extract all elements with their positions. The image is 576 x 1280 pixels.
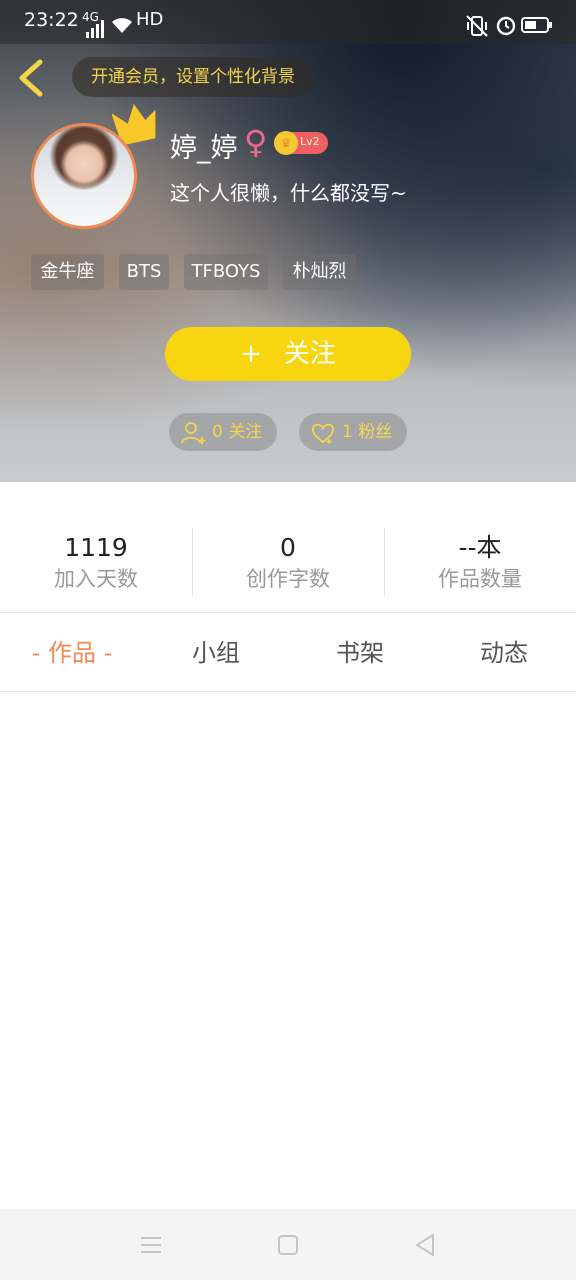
menu-icon[interactable] — [137, 1231, 165, 1259]
stat-label: 创作字数 — [246, 567, 330, 591]
crown-coin-icon: ♛ — [274, 131, 298, 155]
follow-label: 关注 — [283, 339, 336, 369]
heart-icon — [311, 423, 335, 444]
stat-word-count: 0 创作字数 — [192, 528, 384, 594]
home-icon[interactable] — [274, 1231, 302, 1259]
tab-bookshelf[interactable]: 书架 — [288, 613, 432, 691]
stat-label: 作品数量 — [438, 567, 522, 591]
followers-count: 1 粉丝 — [342, 422, 393, 442]
level-badge: ♛ Lv2 — [274, 131, 328, 155]
vibrate-icon — [466, 15, 488, 37]
back-button[interactable] — [12, 56, 52, 100]
level-label: Lv2 — [300, 135, 320, 148]
following-button[interactable]: 0 关注 — [169, 413, 277, 451]
tab-content — [0, 692, 576, 1209]
tab-works[interactable]: - 作品 - — [0, 613, 144, 691]
stat-value: --本 — [458, 533, 502, 562]
vip-background-banner[interactable]: 开通会员，设置个性化背景 — [72, 57, 314, 97]
stat-join-days: 1119 加入天数 — [0, 528, 192, 594]
avatar[interactable] — [31, 123, 137, 229]
battery-icon — [521, 17, 552, 33]
back-icon[interactable] — [411, 1231, 439, 1259]
wifi-icon — [112, 18, 132, 33]
signal-icon — [86, 20, 104, 38]
following-count: 0 关注 — [212, 422, 263, 442]
nickname: 婷_婷 — [170, 133, 238, 164]
stat-value: 1119 — [64, 533, 128, 562]
chevron-left-icon — [19, 59, 43, 97]
tag: 金牛座 — [31, 254, 104, 290]
system-nav-bar — [0, 1209, 576, 1280]
stats-panel: 1119 加入天数 0 创作字数 --本 作品数量 — [0, 482, 576, 612]
followers-button[interactable]: 1 粉丝 — [299, 413, 407, 451]
stat-value: 0 — [280, 533, 296, 562]
hd-indicator: HD — [136, 9, 164, 30]
tab-groups[interactable]: 小组 — [144, 613, 288, 691]
stat-label: 加入天数 — [54, 567, 138, 591]
user-add-icon — [181, 422, 206, 444]
tab-bar: - 作品 - 小组 书架 动态 — [0, 613, 576, 691]
female-icon: ♀ — [244, 123, 268, 161]
tag: 朴灿烈 — [283, 254, 356, 290]
stat-works-count: --本 作品数量 — [384, 528, 576, 594]
status-bar: 23:22 4G HD — [0, 0, 576, 44]
tab-activity[interactable]: 动态 — [432, 613, 576, 691]
avatar-image — [34, 126, 134, 226]
tag: TFBOYS — [184, 254, 268, 290]
bio: 这个人很懒，什么都没写~ — [170, 181, 407, 205]
plus-icon: + — [240, 339, 262, 369]
status-time: 23:22 — [24, 9, 79, 31]
alarm-icon — [496, 16, 516, 36]
profile-header: 23:22 4G HD 开通会员，设置个性化背景 婷_婷 ♀ ♛ Lv2 这个人… — [0, 0, 576, 482]
follow-button[interactable]: + 关注 — [165, 327, 411, 381]
tag: BTS — [119, 254, 169, 290]
